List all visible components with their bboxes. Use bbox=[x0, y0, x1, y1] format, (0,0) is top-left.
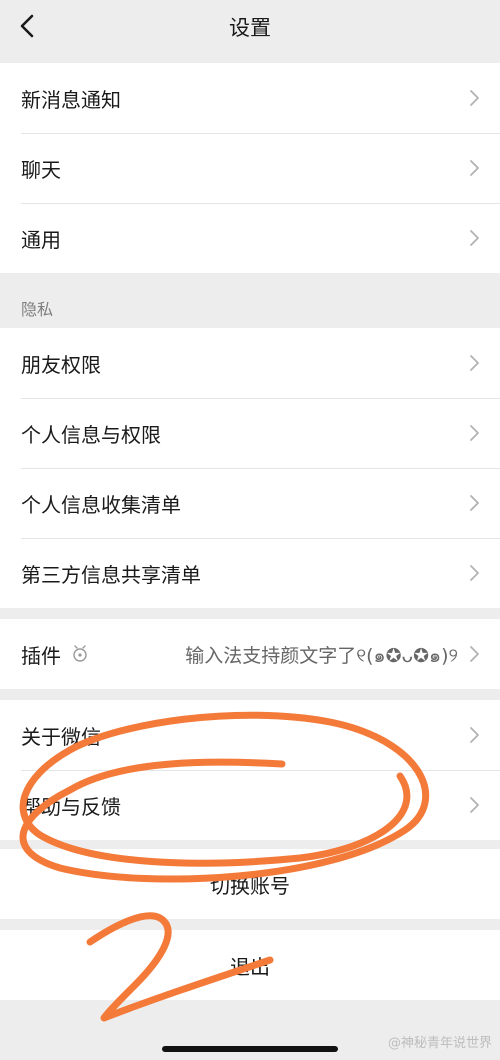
settings-item-label: 新消息通知 bbox=[21, 87, 121, 112]
settings-item-friend-permissions[interactable]: 朋友权限 bbox=[0, 328, 500, 398]
settings-item-plugins[interactable]: 插件 输入法支持颜文字了୧(๑✪ᴗ✪๑)୨ bbox=[0, 619, 500, 689]
settings-item-personal-info-permissions[interactable]: 个人信息与权限 bbox=[0, 398, 500, 468]
settings-item-about-wechat[interactable]: 关于微信 bbox=[0, 700, 500, 770]
nav-bar: 设置 bbox=[0, 0, 500, 56]
privacy-settings-group: 朋友权限 个人信息与权限 个人信息收集清单 第三方信息共享清单 bbox=[0, 328, 500, 608]
settings-item-label: 朋友权限 bbox=[21, 352, 101, 377]
page-title: 设置 bbox=[229, 16, 271, 40]
general-settings-group: 新消息通知 聊天 通用 bbox=[0, 63, 500, 273]
settings-item-third-party-sharing[interactable]: 第三方信息共享清单 bbox=[0, 538, 500, 608]
chevron-right-icon bbox=[470, 797, 479, 813]
plugins-group: 插件 输入法支持颜文字了୧(๑✪ᴗ✪๑)୨ bbox=[0, 619, 500, 689]
settings-item-chat[interactable]: 聊天 bbox=[0, 133, 500, 203]
settings-item-label: 个人信息收集清单 bbox=[21, 492, 181, 517]
settings-item-label: 插件 bbox=[21, 643, 61, 668]
logout-label: 退出 bbox=[230, 954, 270, 979]
section-label-privacy: 隐私 bbox=[21, 300, 54, 319]
switch-account-label: 切换账号 bbox=[210, 873, 290, 898]
chevron-right-icon bbox=[470, 355, 479, 371]
switch-account-button[interactable]: 切换账号 bbox=[0, 849, 500, 919]
settings-item-help-feedback[interactable]: 帮助与反馈 bbox=[0, 770, 500, 840]
chevron-right-icon bbox=[470, 565, 479, 581]
about-group: 关于微信 帮助与反馈 bbox=[0, 700, 500, 840]
chevron-right-icon bbox=[470, 230, 479, 246]
chevron-right-icon bbox=[470, 90, 479, 106]
chevron-right-icon bbox=[470, 425, 479, 441]
settings-item-label: 帮助与反馈 bbox=[21, 794, 121, 819]
logout-button[interactable]: 退出 bbox=[0, 930, 500, 1000]
chevron-right-icon bbox=[470, 160, 479, 176]
watermark-text: @神秘青年说世界 bbox=[387, 1036, 492, 1051]
chevron-right-icon bbox=[470, 495, 479, 511]
home-indicator bbox=[162, 1046, 338, 1052]
plugin-description: 输入法支持颜文字了୧(๑✪ᴗ✪๑)୨ bbox=[185, 645, 458, 667]
settings-item-personal-info-collection[interactable]: 个人信息收集清单 bbox=[0, 468, 500, 538]
settings-item-label: 关于微信 bbox=[21, 724, 101, 749]
plugin-icon bbox=[73, 645, 87, 662]
chevron-right-icon bbox=[470, 727, 479, 743]
chevron-right-icon bbox=[470, 646, 479, 662]
settings-item-new-message-notifications[interactable]: 新消息通知 bbox=[0, 63, 500, 133]
settings-item-label: 聊天 bbox=[21, 157, 61, 182]
settings-item-label: 通用 bbox=[21, 227, 61, 252]
settings-item-general[interactable]: 通用 bbox=[0, 203, 500, 273]
settings-item-label: 第三方信息共享清单 bbox=[21, 562, 201, 587]
settings-item-label: 个人信息与权限 bbox=[21, 422, 161, 447]
